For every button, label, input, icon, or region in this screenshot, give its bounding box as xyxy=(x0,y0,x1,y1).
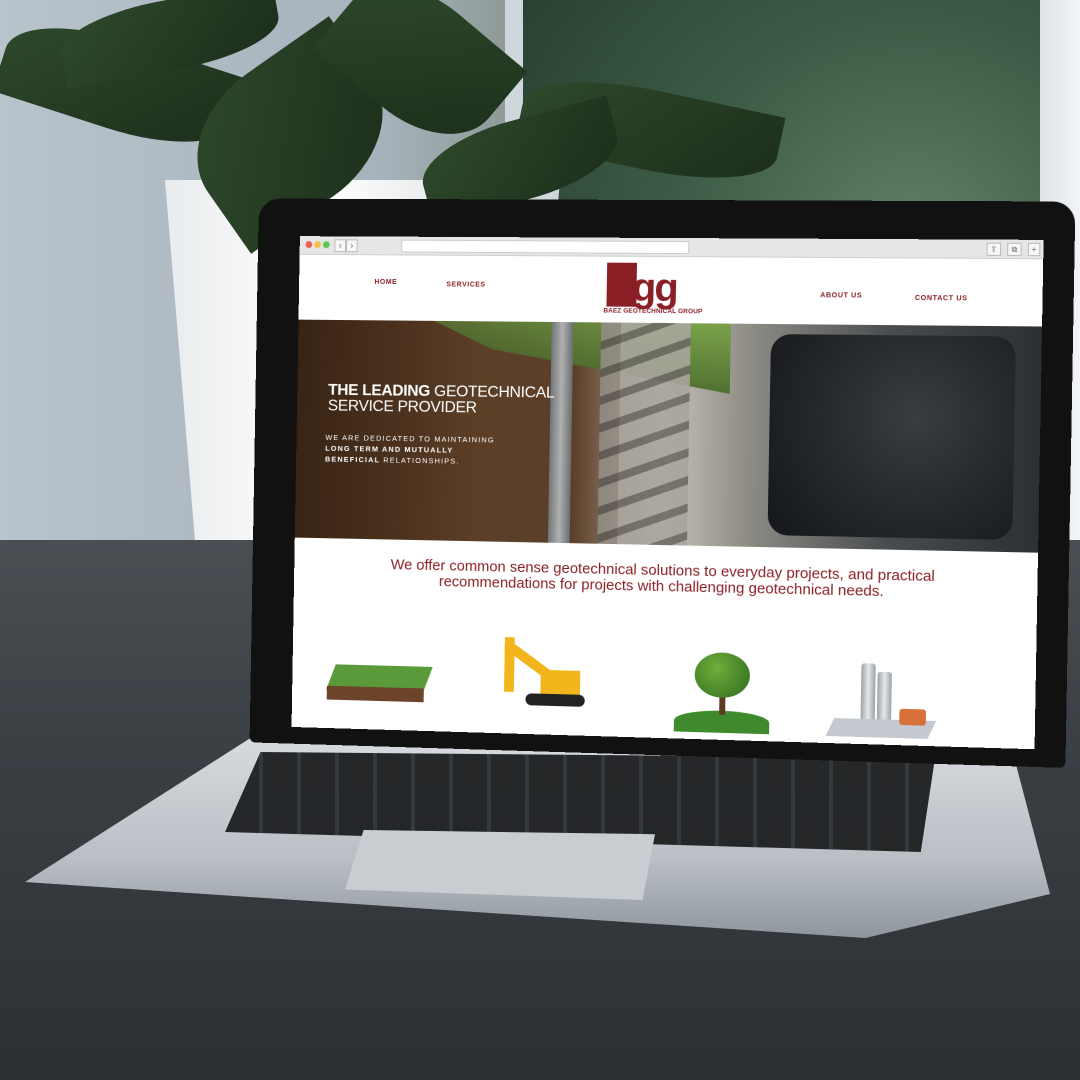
logo-mark: bgg xyxy=(609,269,677,307)
hero-title-line2: SERVICE PROVIDER xyxy=(328,399,555,418)
hero-banner: THE LEADING GEOTECHNICAL SERVICE PROVIDE… xyxy=(295,320,1042,553)
hero-subtitle-part2: RELATIONSHIPS. xyxy=(380,455,460,465)
minimize-window-button[interactable] xyxy=(314,241,321,248)
hero-subtitle-part1: WE ARE DEDICATED TO MAINTAINING xyxy=(325,433,495,444)
tabs-icon[interactable]: ⧉ xyxy=(1007,243,1022,256)
excavator-track xyxy=(525,693,584,707)
nav-home[interactable]: HOME xyxy=(374,279,397,286)
tank xyxy=(899,709,926,726)
browser-window: ‹ › ⇪ ⧉ + HOME SERVICES bgg BAEZ GEOTECH… xyxy=(292,236,1044,749)
industrial-plant-illustration[interactable] xyxy=(830,662,944,746)
laptop-trackpad xyxy=(345,830,655,900)
excavator-cab xyxy=(540,670,580,697)
back-icon[interactable]: ‹ xyxy=(334,239,346,252)
zoom-window-button[interactable] xyxy=(323,241,330,248)
close-window-button[interactable] xyxy=(306,241,313,248)
hero-subtitle: WE ARE DEDICATED TO MAINTAINING LONG TER… xyxy=(325,432,510,468)
add-tab-icon[interactable]: + xyxy=(1028,243,1041,256)
logo-company-name: BAEZ GEOTECHNICAL GROUP xyxy=(603,307,713,315)
silo xyxy=(861,663,876,719)
nav-services[interactable]: SERVICES xyxy=(446,281,485,288)
soil-layer xyxy=(327,686,424,703)
site-logo[interactable]: bgg BAEZ GEOTECHNICAL GROUP xyxy=(603,263,702,320)
soil-sample-illustration[interactable] xyxy=(330,664,428,706)
nav-about[interactable]: ABOUT US xyxy=(820,292,862,299)
address-bar[interactable] xyxy=(401,240,689,255)
silo xyxy=(877,672,892,720)
hero-title: THE LEADING GEOTECHNICAL SERVICE PROVIDE… xyxy=(328,383,555,418)
tree-crown xyxy=(694,652,750,699)
intro-statement: We offer common sense geotechnical solut… xyxy=(352,556,976,602)
tree-illustration[interactable] xyxy=(669,651,771,734)
nav-contact[interactable]: CONTACT US xyxy=(915,295,968,303)
forward-icon[interactable]: › xyxy=(346,239,358,252)
share-icon[interactable]: ⇪ xyxy=(986,243,1001,256)
excavator-illustration[interactable] xyxy=(496,629,596,711)
site-header: HOME SERVICES bgg BAEZ GEOTECHNICAL GROU… xyxy=(299,255,1044,327)
hero-drilling-machine xyxy=(768,334,1016,540)
photo-scene: ‹ › ⇪ ⧉ + HOME SERVICES bgg BAEZ GEOTECH… xyxy=(0,0,1080,1080)
